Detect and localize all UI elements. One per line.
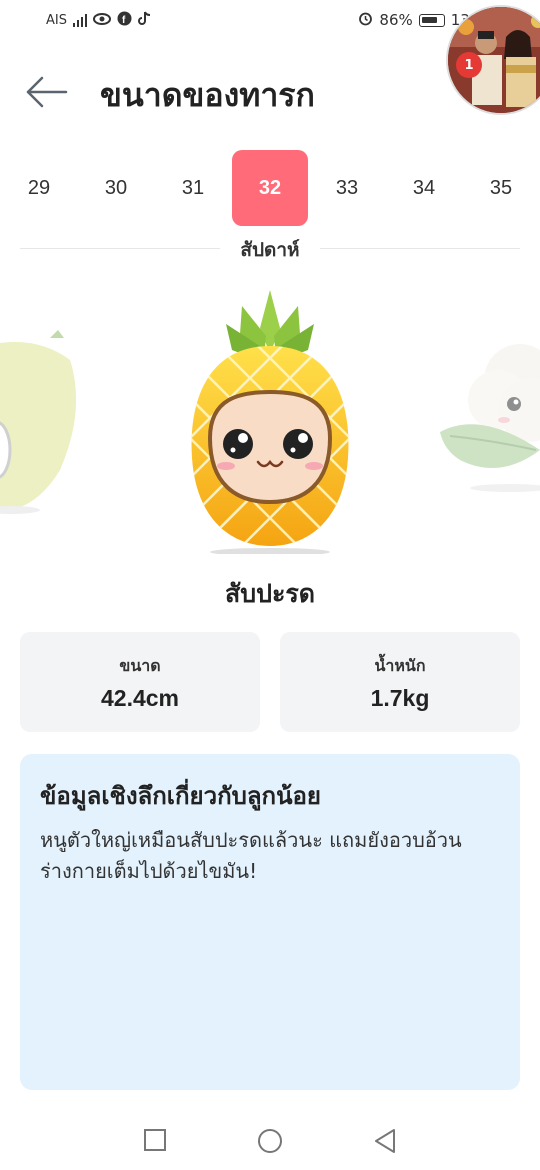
week-caption: สัปดาห์ — [220, 235, 320, 265]
carrier-label: AIS — [46, 12, 67, 28]
cauliflower-icon[interactable] — [440, 340, 540, 500]
week-item-30[interactable]: 30 — [78, 150, 154, 226]
signal-icon — [72, 13, 87, 27]
week-item-32-selected[interactable]: 32 — [232, 150, 308, 226]
insight-card: ข้อมูลเชิงลึกเกี่ยวกับลูกน้อย หนูตัวใหญ่… — [20, 754, 520, 1090]
insight-body: หนูตัวใหญ่เหมือนสับปะรดแล้วนะ แถมยังอวบอ… — [40, 828, 462, 883]
week-item-35[interactable]: 35 — [463, 150, 539, 226]
arrow-left-icon — [26, 76, 68, 108]
fruit-name: สับปะรด — [224, 579, 316, 608]
week-picker: 29 30 31 32 33 34 35 — [0, 150, 540, 228]
back-button[interactable] — [24, 72, 70, 112]
papaya-icon[interactable] — [0, 330, 80, 520]
back-nav-icon[interactable] — [373, 1128, 397, 1154]
eye-icon — [92, 12, 111, 29]
week-item-29[interactable]: 29 — [1, 150, 77, 226]
week-item-34[interactable]: 34 — [386, 150, 462, 226]
size-label: ขนาด — [119, 656, 161, 675]
recent-apps-icon[interactable] — [143, 1128, 167, 1152]
home-icon[interactable] — [257, 1128, 283, 1154]
tiktok-icon — [138, 11, 151, 29]
status-left: AIS f — [46, 11, 151, 29]
battery-percent: 86% — [379, 11, 413, 29]
week-item-33[interactable]: 33 — [309, 150, 385, 226]
size-card: ขนาด 42.4cm — [20, 632, 260, 732]
week-item-31[interactable]: 31 — [155, 150, 231, 226]
alarm-icon — [358, 11, 373, 29]
weight-label: น้ำหนัก — [374, 656, 426, 675]
battery-icon — [418, 13, 445, 27]
notification-badge: 1 — [456, 52, 482, 78]
facebook-icon: f — [117, 11, 132, 29]
weight-value: 1.7kg — [370, 685, 430, 711]
page-title: ขนาดของทารก — [100, 76, 315, 114]
system-nav-bar — [0, 1110, 540, 1170]
pineapple-icon — [191, 290, 349, 554]
weight-card: น้ำหนัก 1.7kg — [280, 632, 520, 732]
insight-title: ข้อมูลเชิงลึกเกี่ยวกับลูกน้อย — [40, 782, 321, 810]
fruit-carousel[interactable] — [0, 270, 540, 570]
size-value: 42.4cm — [100, 685, 179, 711]
